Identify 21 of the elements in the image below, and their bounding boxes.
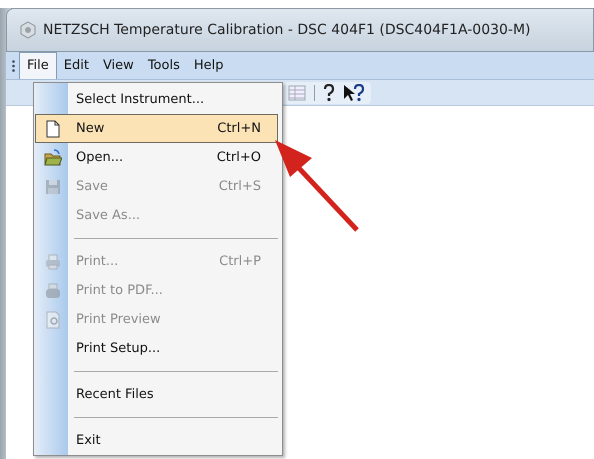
menu-item[interactable]: File	[19, 52, 57, 79]
window-title: NETZSCH Temperature Calibration - DSC 404F1 (DSC404F1A-0030-M)	[43, 20, 531, 40]
folder-icon	[44, 148, 62, 166]
menu-option[interactable]: Print Setup...	[35, 334, 278, 363]
page-icon	[44, 120, 62, 138]
menu-item[interactable]: View	[96, 52, 141, 79]
menu-option[interactable]: New Ctrl+N	[35, 114, 278, 143]
app-icon	[19, 21, 37, 39]
menu-item[interactable]: Tools	[140, 52, 187, 79]
pointer-help-icon[interactable]	[343, 84, 365, 102]
help-icon[interactable]	[323, 84, 335, 102]
printer-icon	[44, 282, 62, 300]
printer-icon	[44, 252, 62, 270]
menu-option[interactable]: Exit	[35, 426, 278, 455]
page-magnifier-icon	[44, 310, 62, 328]
menu-option[interactable]: Recent Files	[35, 380, 278, 409]
menu-option[interactable]: Select Instrument...	[35, 85, 278, 114]
menu-item[interactable]: Edit	[56, 52, 96, 79]
gripper-icon[interactable]	[12, 60, 15, 72]
menu-option[interactable]: Open... Ctrl+O	[35, 143, 278, 172]
menu-item[interactable]: Help	[186, 52, 230, 79]
